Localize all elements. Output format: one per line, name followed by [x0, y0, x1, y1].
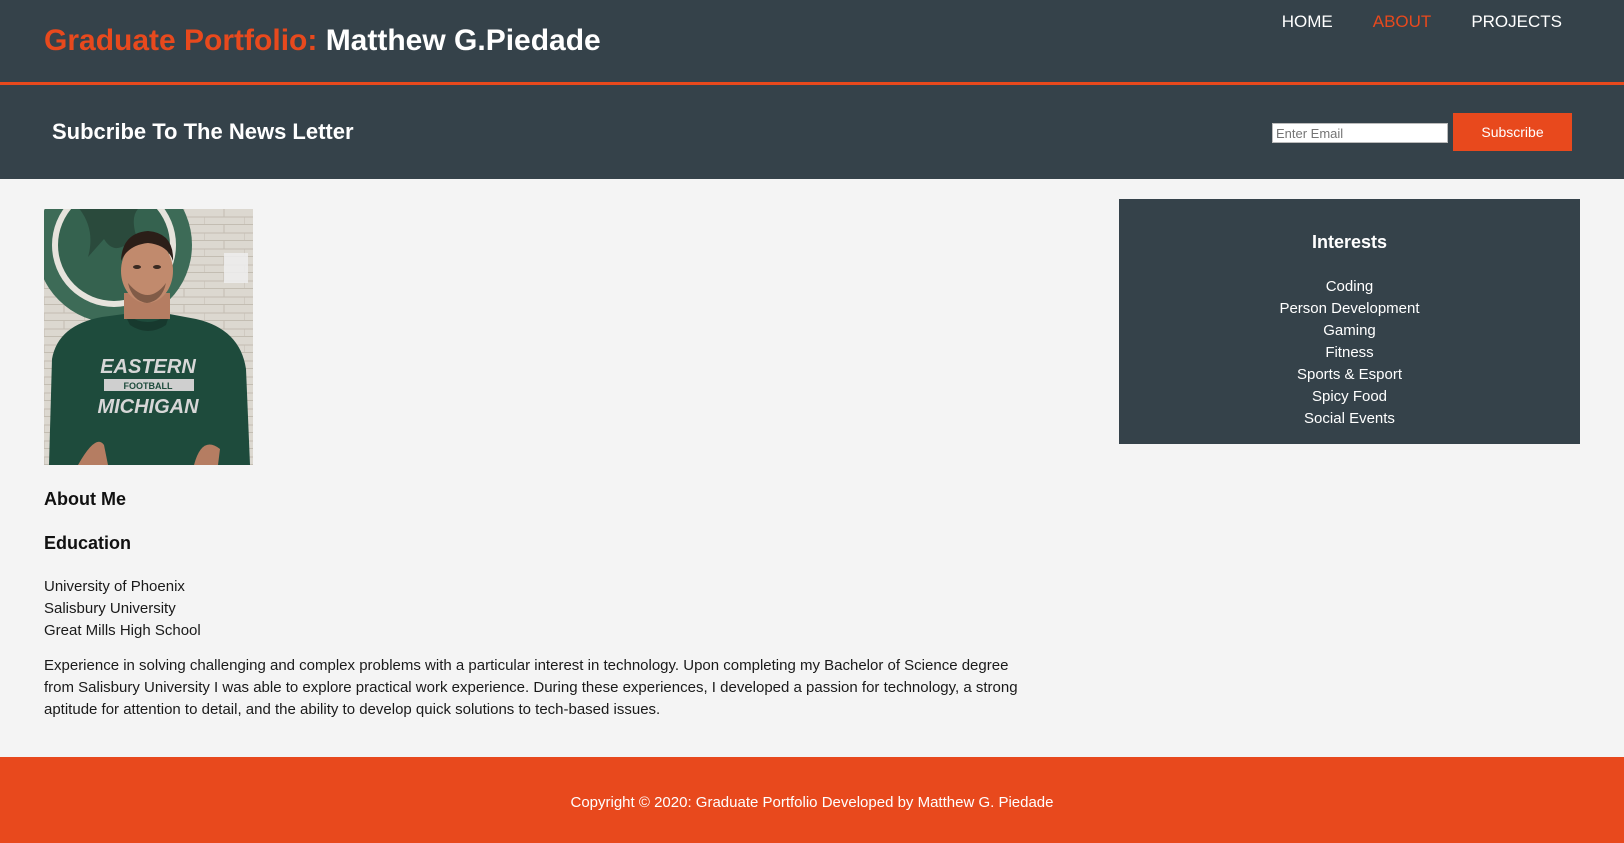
- interest-item: Spicy Food: [1311, 388, 1388, 405]
- shirt-text-line1: EASTERN: [100, 356, 196, 378]
- interest-item: Coding: [1325, 278, 1374, 295]
- site-title: Graduate Portfolio: Matthew G.Piedade: [44, 24, 601, 58]
- interest-item: Person Development: [1279, 300, 1420, 317]
- interest-item: Fitness: [1325, 344, 1374, 361]
- bio-paragraph: Experience in solving challenging and co…: [44, 657, 1018, 718]
- interests-heading: Interests: [1311, 232, 1388, 252]
- newsletter-heading: Subcribe To The News Letter: [52, 119, 354, 144]
- site-header: Graduate Portfolio: Matthew G.Piedade HO…: [0, 0, 1624, 85]
- profile-photo: EASTERN FOOTBALL MICHIGAN: [44, 209, 253, 465]
- about-me-heading: About Me: [44, 489, 126, 509]
- education-list: University of Phoenix Salisbury Universi…: [44, 576, 201, 642]
- education-item: Great Mills High School: [44, 622, 201, 639]
- subscribe-button[interactable]: Subscribe: [1453, 113, 1572, 151]
- newsletter-bar: Subcribe To The News Letter Subscribe: [0, 85, 1624, 179]
- interest-item: Gaming: [1323, 322, 1376, 339]
- email-input[interactable]: [1272, 123, 1448, 143]
- education-item: University of Phoenix: [44, 578, 185, 595]
- interest-item: Social Events: [1304, 410, 1395, 427]
- education-item: Salisbury University: [44, 600, 176, 617]
- interest-item: Sports & Esport: [1296, 366, 1403, 383]
- site-title-accent: Graduate Portfolio:: [44, 24, 318, 57]
- footer-copyright: Copyright © 2020: Graduate Portfolio Dev…: [570, 794, 1054, 811]
- profile-photo-illustration: EASTERN FOOTBALL MICHIGAN: [44, 209, 253, 465]
- nav-about-link[interactable]: ABOUT: [1373, 12, 1432, 32]
- nav-projects-link[interactable]: PROJECTS: [1471, 12, 1562, 32]
- main-nav: HOME ABOUT PROJECTS: [1242, 12, 1562, 32]
- nav-home-link[interactable]: HOME: [1282, 12, 1333, 32]
- site-title-name: Matthew G.Piedade: [325, 24, 601, 57]
- education-heading: Education: [44, 533, 132, 553]
- interests-sidebar: Interests Coding Person Development Gami…: [1119, 199, 1580, 444]
- shirt-text-line3: MICHIGAN: [97, 396, 199, 418]
- site-footer: Copyright © 2020: Graduate Portfolio Dev…: [0, 757, 1624, 843]
- interests-list: Coding Person Development Gaming Fitness…: [1119, 276, 1580, 430]
- shirt-text-line2: FOOTBALL: [124, 381, 173, 391]
